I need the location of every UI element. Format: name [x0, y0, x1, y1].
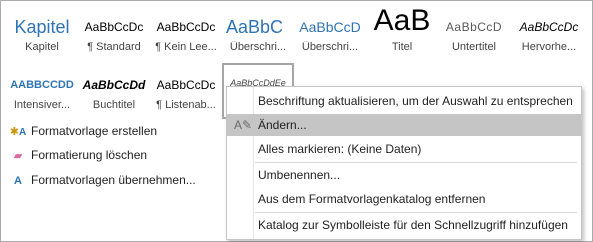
- style-preview: AaB: [373, 7, 431, 35]
- style-name: ¶ Listenab...: [156, 99, 216, 111]
- style-tile-kein-leerraum[interactable]: AaBbCcDc ¶ Kein Lee...: [150, 5, 222, 61]
- menu-item-label: Ändern...: [258, 118, 307, 132]
- menu-item-rename[interactable]: Umbenennen...: [227, 164, 581, 186]
- style-name: Kapitel: [25, 41, 59, 53]
- create-style-command[interactable]: ✱A Formatvorlage erstellen: [9, 120, 157, 142]
- style-tile-listenabsatz[interactable]: AaBbCcDc ¶ Listenab...: [150, 63, 222, 119]
- style-tile-buchtitel[interactable]: AaBbCcDd Buchtitel: [78, 63, 150, 119]
- menu-separator: [255, 212, 577, 213]
- apply-styles-icon: A: [14, 175, 22, 187]
- style-tile-untertitel[interactable]: AaBbCcD Untertitel: [438, 5, 510, 61]
- style-name: Intensiver...: [13, 99, 71, 111]
- context-menu: Beschriftung aktualisieren, um der Auswa…: [226, 86, 582, 240]
- style-tile-kapitel[interactable]: Kapitel Kapitel: [6, 5, 78, 61]
- menu-item-remove-from-gallery[interactable]: Aus dem Formatvorlagenkatalog entfernen: [227, 188, 581, 210]
- command-label: Formatvorlage erstellen: [31, 124, 158, 138]
- style-tile-titel[interactable]: AaB Titel: [366, 5, 438, 61]
- style-name: Überschri...: [229, 41, 287, 53]
- command-label: Formatierung löschen: [31, 148, 148, 162]
- menu-item-modify[interactable]: A✎ Ändern...: [227, 114, 581, 136]
- style-preview: AaBbC: [226, 17, 284, 37]
- style-name: ¶ Standard: [87, 41, 141, 53]
- style-name: Überschri...: [301, 41, 359, 53]
- style-preview: AaBbCcD: [445, 20, 503, 34]
- style-preview: AaBbCcDc: [156, 20, 216, 34]
- style-preview: AaBbCcDc: [519, 20, 579, 34]
- menu-separator: [255, 162, 577, 163]
- menu-item-label: Alles markieren: (Keine Daten): [258, 142, 422, 156]
- create-style-icon: ✱A: [9, 126, 27, 138]
- menu-item-update-caption[interactable]: Beschriftung aktualisieren, um der Auswa…: [227, 90, 581, 112]
- apply-styles-command[interactable]: A Formatvorlagen übernehmen...: [9, 169, 196, 191]
- style-name: Titel: [391, 41, 413, 53]
- clear-formatting-command[interactable]: ▰ Formatierung löschen: [9, 144, 147, 166]
- menu-item-select-all[interactable]: Alles markieren: (Keine Daten): [227, 138, 581, 160]
- style-name: Hervorhe...: [521, 41, 577, 53]
- style-tile-ueberschrift-2[interactable]: AaBbCcD Überschri...: [294, 5, 366, 61]
- menu-item-label: Katalog zur Symbolleiste für den Schnell…: [258, 218, 568, 232]
- style-tile-intensiver-verweis[interactable]: AABBCCDD Intensiver...: [6, 63, 78, 119]
- style-preview: AaBbCcDc: [156, 78, 216, 92]
- style-preview: AaBbCcDd: [82, 78, 146, 92]
- style-name: Buchtitel: [92, 99, 136, 111]
- style-tile-ueberschrift-1[interactable]: AaBbC Überschri...: [222, 5, 294, 61]
- clear-formatting-icon: ▰: [13, 150, 23, 162]
- style-tile-hervorhebung[interactable]: AaBbCcDc Hervorhe...: [510, 5, 588, 61]
- menu-item-label: Umbenennen...: [258, 168, 341, 182]
- command-label: Formatvorlagen übernehmen...: [31, 173, 196, 187]
- modify-style-icon: A✎: [233, 118, 253, 132]
- style-preview: AaBbCcD: [299, 19, 361, 35]
- menu-item-label: Beschriftung aktualisieren, um der Auswa…: [258, 94, 573, 108]
- style-name: Untertitel: [451, 41, 497, 53]
- style-preview: Kapitel: [14, 17, 70, 37]
- style-tile-standard[interactable]: AaBbCcDc ¶ Standard: [78, 5, 150, 61]
- menu-item-add-to-quick-access[interactable]: Katalog zur Symbolleiste für den Schnell…: [227, 214, 581, 236]
- style-name: ¶ Kein Lee...: [155, 41, 217, 53]
- menu-item-label: Aus dem Formatvorlagenkatalog entfernen: [258, 192, 486, 206]
- style-preview: AABBCCDD: [10, 79, 74, 91]
- style-preview: AaBbCcDc: [84, 20, 144, 34]
